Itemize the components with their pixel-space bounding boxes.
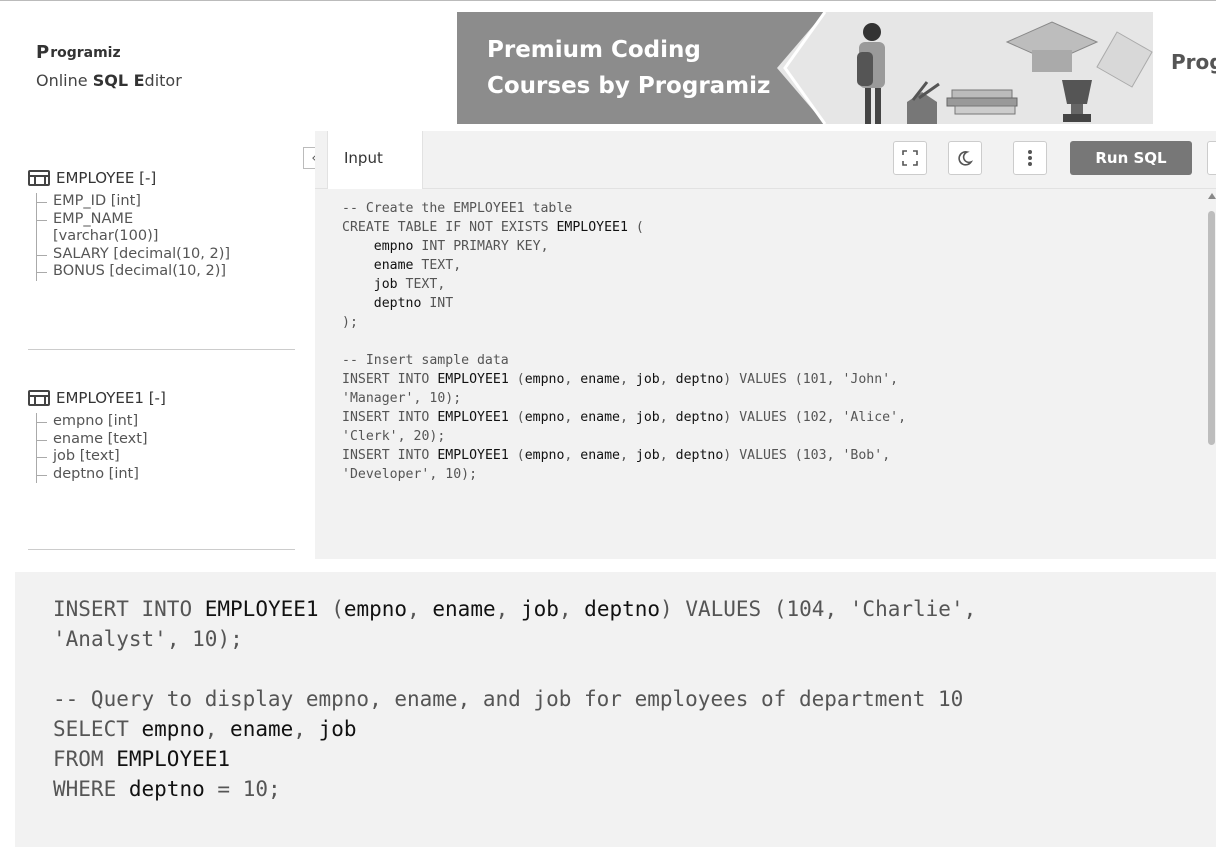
column-item: SALARY [decimal(10, 2)]: [37, 246, 230, 264]
column-item: deptno [int]: [37, 466, 166, 484]
illustration-icon: [857, 21, 1153, 124]
table-employee[interactable]: EMPLOYEE [-] EMP_ID [int] EMP_NAME [varc…: [28, 169, 230, 281]
subtitle-bold: SQL E: [92, 71, 145, 90]
fullscreen-icon: [902, 150, 918, 166]
code-line: -- Query to display empno, ename, and jo…: [53, 687, 964, 711]
scroll-up-arrow-icon[interactable]: [1208, 193, 1216, 199]
code-line: 'Manager', 10);: [342, 391, 462, 406]
moon-icon: [958, 151, 973, 166]
table-icon: [28, 170, 50, 186]
tab-input[interactable]: Input: [327, 131, 423, 189]
code-input[interactable]: -- Create the EMPLOYEE1 table CREATE TABL…: [315, 191, 1205, 559]
zoomed-code[interactable]: INSERT INTO EMPLOYEE1 (empno, ename, job…: [53, 594, 976, 804]
table-title[interactable]: EMPLOYEE [-]: [28, 169, 230, 187]
code-line: -- Create the EMPLOYEE1 table: [342, 201, 573, 216]
ad-banner[interactable]: Premium Coding Courses by Programiz Pro: [457, 12, 1216, 124]
banner-line-2: Courses by Programiz: [487, 73, 771, 99]
banner-right-logo-text: Prog: [1171, 50, 1216, 74]
editor-scrollbar[interactable]: [1208, 191, 1216, 559]
code-line: CREATE TABLE IF NOT EXISTS EMPLOYEE1 (: [342, 220, 644, 235]
code-line: SELECT empno, ename, job: [53, 717, 357, 741]
subtitle-prefix: Online: [36, 71, 93, 90]
column-item: EMP_ID [int]: [37, 193, 230, 211]
zoomed-code-panel: INSERT INTO EMPLOYEE1 (empno, ename, job…: [15, 572, 1216, 847]
code-line: deptno INT: [373, 296, 454, 311]
code-line: );: [342, 315, 358, 330]
code-line: 'Clerk', 20);: [342, 429, 446, 444]
editor-toolbar: Input Run SQL: [315, 131, 1216, 189]
column-item-continued: [varchar(100)]: [53, 228, 159, 244]
code-line: empno INT PRIMARY KEY,: [373, 239, 549, 254]
column-item: EMP_NAME: [37, 211, 230, 229]
code-line: -- Insert sample data: [342, 353, 509, 368]
sidebar-divider: [28, 549, 295, 550]
page-subtitle: Online SQL Editor: [36, 71, 182, 90]
banner-illustration: [827, 12, 1157, 124]
schema-sidebar: EMPLOYEE [-] EMP_ID [int] EMP_NAME [varc…: [0, 131, 313, 559]
column-item: job [text]: [37, 448, 166, 466]
sidebar-divider: [28, 349, 295, 350]
banner-text: Premium Coding Courses by Programiz: [487, 32, 770, 104]
column-list: empno [int] ename [text] job [text] dept…: [36, 413, 166, 483]
logo-glyph: P: [36, 42, 50, 63]
programiz-logo[interactable]: Programiz: [36, 42, 182, 63]
banner-right-logo: Prog: [1153, 12, 1216, 124]
column-item: ename [text]: [37, 431, 166, 449]
column-item: empno [int]: [37, 413, 166, 431]
more-options-button[interactable]: [1013, 141, 1047, 175]
code-line: INSERT INTO EMPLOYEE1 (empno, ename, job…: [342, 448, 891, 463]
code-line: INSERT INTO EMPLOYEE1 (empno, ename, job…: [342, 410, 907, 425]
code-line: FROM EMPLOYEE1: [53, 747, 231, 771]
table-icon: [28, 390, 50, 406]
column-list: EMP_ID [int] EMP_NAME [varchar(100)] SAL…: [36, 193, 230, 281]
header: Programiz Online SQL Editor Premium Codi…: [0, 0, 1216, 130]
banner-line-1: Premium Coding: [487, 37, 701, 63]
column-item: BONUS [decimal(10, 2)]: [37, 263, 230, 281]
code-line: 'Analyst', 10);: [53, 627, 243, 651]
logo-area[interactable]: Programiz Online SQL Editor: [36, 42, 182, 91]
code-line: job TEXT,: [373, 277, 446, 292]
kebab-menu-icon: [1028, 150, 1032, 166]
sql-editor: Input Run SQL -- Create the EMPLOYEE1 ta…: [315, 131, 1216, 559]
run-sql-button[interactable]: Run SQL: [1070, 141, 1192, 175]
code-line: INSERT INTO EMPLOYEE1 (empno, ename, job…: [53, 597, 977, 621]
scrollbar-thumb[interactable]: [1208, 211, 1215, 445]
table-name: EMPLOYEE [-]: [56, 169, 157, 187]
table-name: EMPLOYEE1 [-]: [56, 389, 166, 407]
code-line: 'Developer', 10);: [342, 467, 478, 482]
fullscreen-button[interactable]: [893, 141, 927, 175]
table-title[interactable]: EMPLOYEE1 [-]: [28, 389, 166, 407]
subtitle-suffix: ditor: [144, 71, 182, 90]
code-line: WHERE deptno = 10;: [53, 777, 281, 801]
code-line: INSERT INTO EMPLOYEE1 (empno, ename, job…: [342, 372, 899, 387]
logo-text: rogramiz: [50, 45, 121, 61]
output-tab-edge[interactable]: [1207, 141, 1216, 175]
table-employee1[interactable]: EMPLOYEE1 [-] empno [int] ename [text] j…: [28, 389, 166, 483]
theme-toggle-button[interactable]: [948, 141, 982, 175]
code-line: ename TEXT,: [373, 258, 462, 273]
